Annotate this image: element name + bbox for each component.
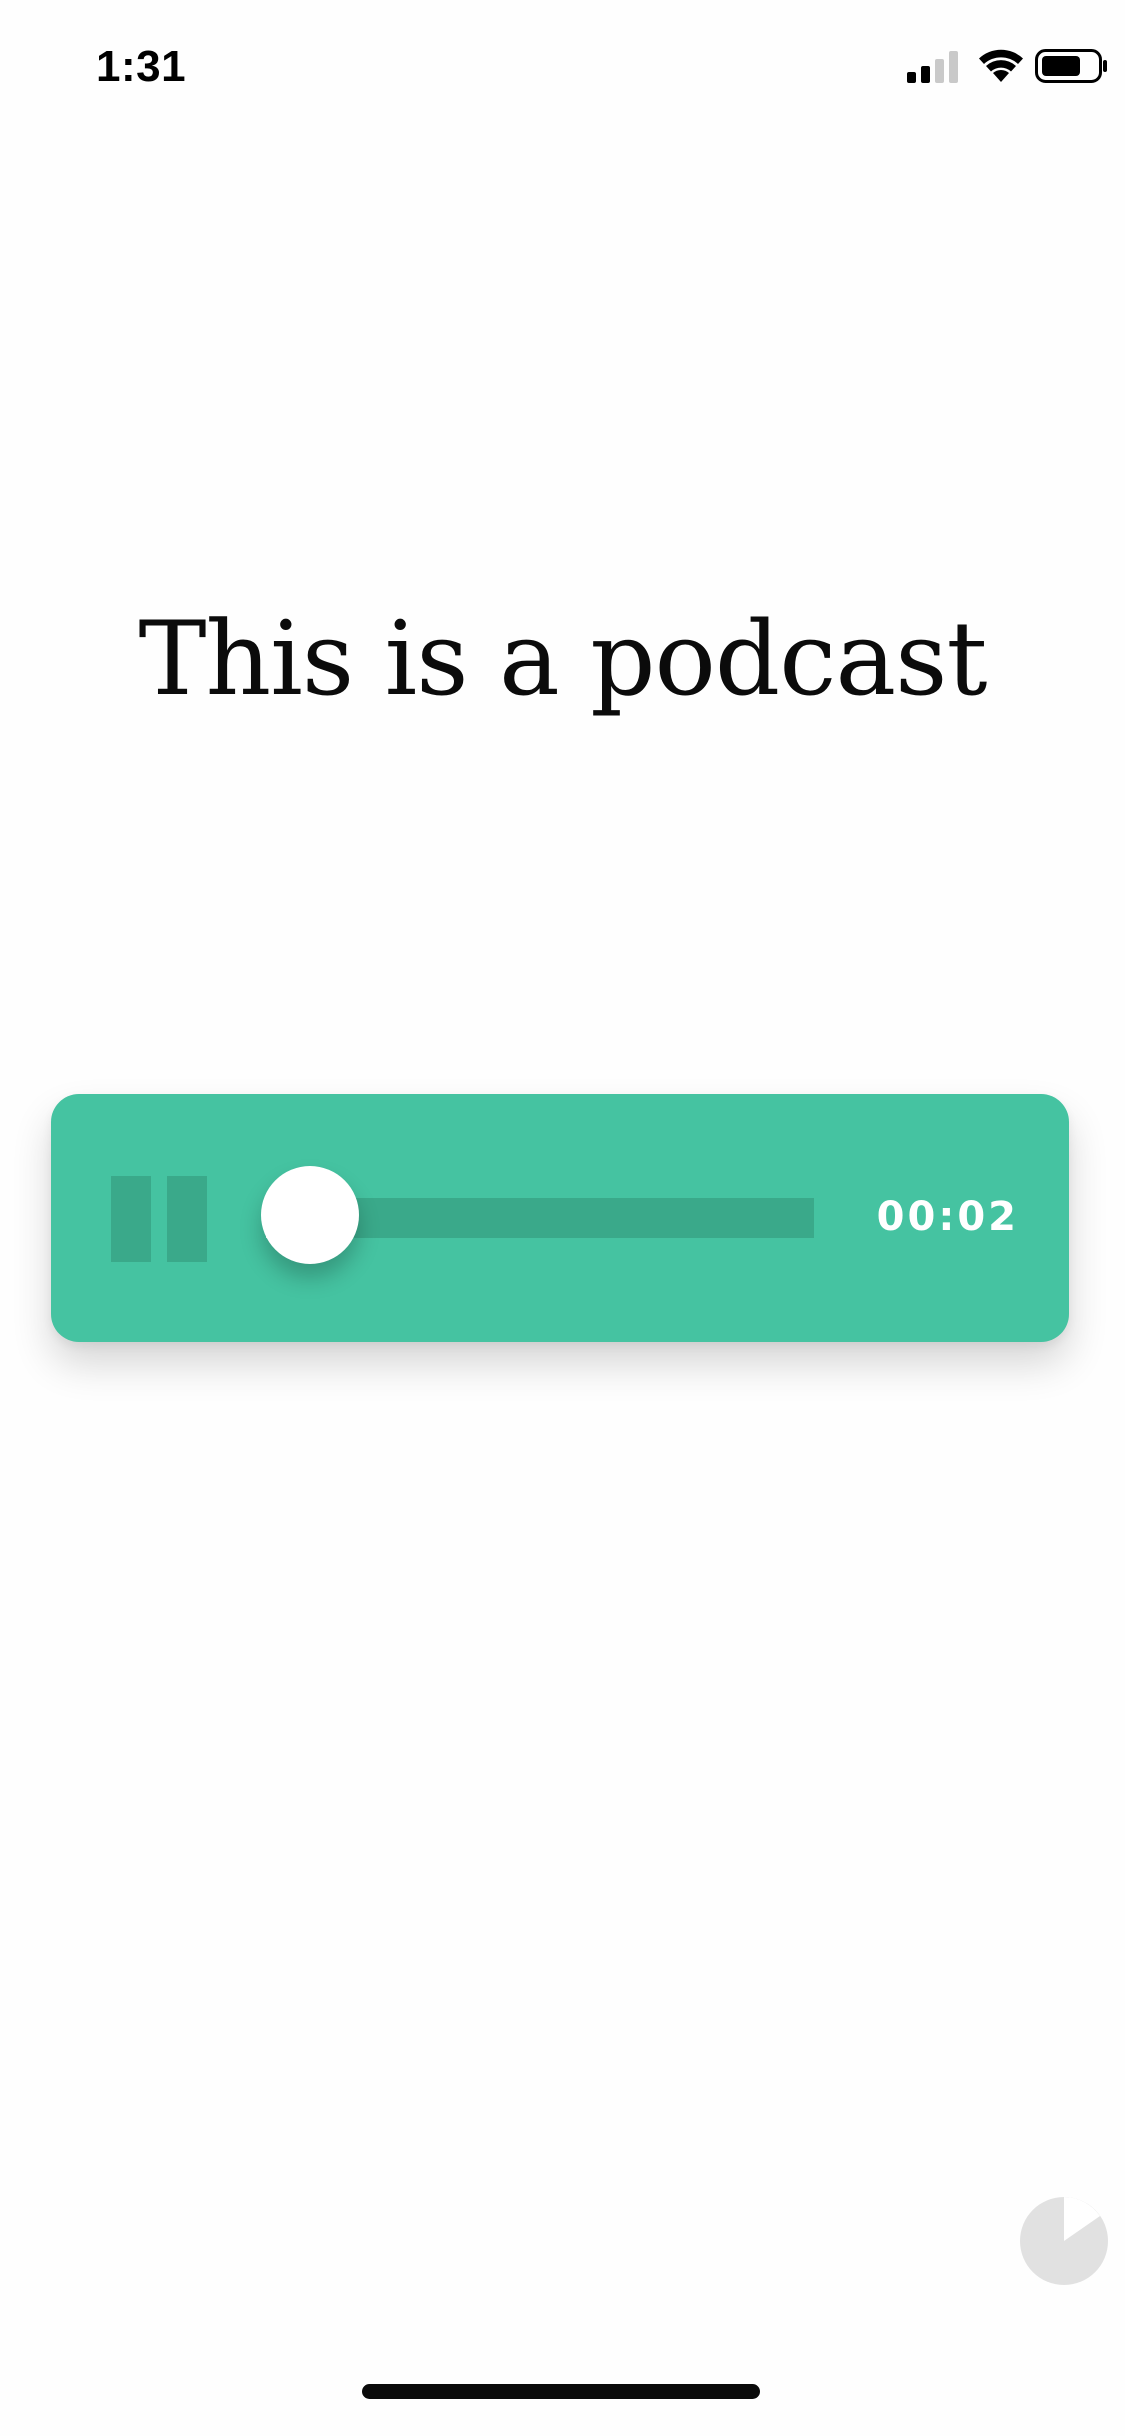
page-title: This is a podcast (138, 600, 987, 719)
status-time: 1:31 (96, 42, 187, 91)
home-indicator[interactable] (362, 2384, 760, 2399)
pause-icon-bar (167, 1176, 207, 1262)
signal-icon (907, 51, 958, 83)
pie-timer-icon[interactable] (1019, 2196, 1109, 2286)
status-bar: 1:31 (0, 0, 1125, 140)
battery-icon (1035, 49, 1107, 83)
pause-button[interactable] (111, 1176, 207, 1262)
audio-player: 00:02 (51, 1094, 1069, 1342)
pause-icon (111, 1176, 151, 1262)
elapsed-time: 00:02 (876, 1194, 1019, 1240)
wifi-icon (979, 49, 1023, 82)
progress-slider-thumb[interactable] (261, 1166, 359, 1264)
